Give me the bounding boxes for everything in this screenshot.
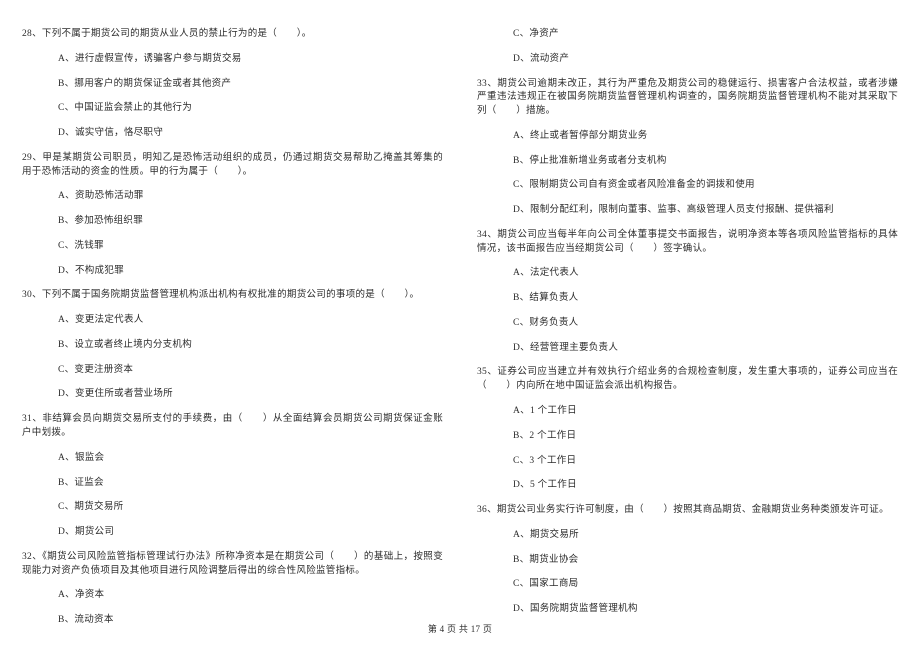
q31-opt-b: B、证监会 <box>58 477 443 491</box>
left-column: 28、下列不属于期货公司的期货从业人员的禁止行为的是（ ）。 A、进行虚假宣传，… <box>22 28 443 639</box>
q32-opt-a: A、净资本 <box>58 589 443 603</box>
q31-opt-d: D、期货公司 <box>58 526 443 540</box>
q36-opt-c: C、国家工商局 <box>513 578 898 592</box>
q34-opt-b: B、结算负责人 <box>513 292 898 306</box>
q30-opt-d: D、变更住所或者营业场所 <box>58 388 443 402</box>
q28-opt-a: A、进行虚假宣传，诱骗客户参与期货交易 <box>58 53 443 67</box>
q29-stem: 29、甲是某期货公司职员，明知乙是恐怖活动组织的成员，仍通过期货交易帮助乙掩盖其… <box>22 152 443 180</box>
q34-opt-c: C、财务负责人 <box>513 317 898 331</box>
exam-page: 28、下列不属于期货公司的期货从业人员的禁止行为的是（ ）。 A、进行虚假宣传，… <box>0 0 920 650</box>
q31-stem: 31、非结算会员向期货交易所支付的手续费，由（ ）从全面结算会员期货公司期货保证… <box>22 413 443 441</box>
page-footer: 第 4 页 共 17 页 <box>0 623 920 636</box>
q34-opt-a: A、法定代表人 <box>513 267 898 281</box>
q35-opt-d: D、5 个工作日 <box>513 479 898 493</box>
q35-opt-c: C、3 个工作日 <box>513 455 898 469</box>
right-column: C、净资产 D、流动资产 33、期货公司逾期未改正，其行为严重危及期货公司的稳健… <box>477 28 898 639</box>
q32-opt-d: D、流动资产 <box>513 53 898 67</box>
q28-opt-c: C、中国证监会禁止的其他行为 <box>58 102 443 116</box>
q33-opt-c: C、限制期货公司自有资金或者风险准备金的调拨和使用 <box>513 179 898 193</box>
q33-opt-a: A、终止或者暂停部分期货业务 <box>513 130 898 144</box>
q29-opt-a: A、资助恐怖活动罪 <box>58 190 443 204</box>
q28-stem: 28、下列不属于期货公司的期货从业人员的禁止行为的是（ ）。 <box>22 28 443 42</box>
q29-opt-c: C、洗钱罪 <box>58 240 443 254</box>
q30-opt-a: A、变更法定代表人 <box>58 314 443 328</box>
q28-opt-b: B、挪用客户的期货保证金或者其他资产 <box>58 78 443 92</box>
q34-opt-d: D、经营管理主要负责人 <box>513 342 898 356</box>
q33-opt-d: D、限制分配红利，限制向董事、监事、高级管理人员支付报酬、提供福利 <box>513 204 898 218</box>
q36-opt-b: B、期货业协会 <box>513 554 898 568</box>
q30-stem: 30、下列不属于国务院期货监督管理机构派出机构有权批准的期货公司的事项的是（ ）… <box>22 289 443 303</box>
q33-opt-b: B、停止批准新增业务或者分支机构 <box>513 155 898 169</box>
q35-opt-a: A、1 个工作日 <box>513 405 898 419</box>
q29-opt-d: D、不构成犯罪 <box>58 265 443 279</box>
two-column-layout: 28、下列不属于期货公司的期货从业人员的禁止行为的是（ ）。 A、进行虚假宣传，… <box>22 28 898 639</box>
q33-stem: 33、期货公司逾期未改正，其行为严重危及期货公司的稳健运行、损害客户合法权益，或… <box>477 78 898 119</box>
q28-opt-d: D、诚实守信，恪尽职守 <box>58 127 443 141</box>
q36-stem: 36、期货公司业务实行许可制度，由（ ）按照其商品期货、金融期货业务种类颁发许可… <box>477 504 898 518</box>
q32-stem: 32、《期货公司风险监管指标管理试行办法》所称净资本是在期货公司（ ）的基础上，… <box>22 551 443 579</box>
q36-opt-a: A、期货交易所 <box>513 529 898 543</box>
q34-stem: 34、期货公司应当每半年向公司全体董事提交书面报告，说明净资本等各项风险监管指标… <box>477 229 898 257</box>
q29-opt-b: B、参加恐怖组织罪 <box>58 215 443 229</box>
q30-opt-b: B、设立或者终止境内分支机构 <box>58 339 443 353</box>
q35-stem: 35、证券公司应当建立并有效执行介绍业务的合规检查制度，发生重大事项的，证券公司… <box>477 366 898 394</box>
q30-opt-c: C、变更注册资本 <box>58 364 443 378</box>
q36-opt-d: D、国务院期货监督管理机构 <box>513 603 898 617</box>
q35-opt-b: B、2 个工作日 <box>513 430 898 444</box>
q31-opt-c: C、期货交易所 <box>58 501 443 515</box>
q32-opt-c: C、净资产 <box>513 28 898 42</box>
q31-opt-a: A、银监会 <box>58 452 443 466</box>
